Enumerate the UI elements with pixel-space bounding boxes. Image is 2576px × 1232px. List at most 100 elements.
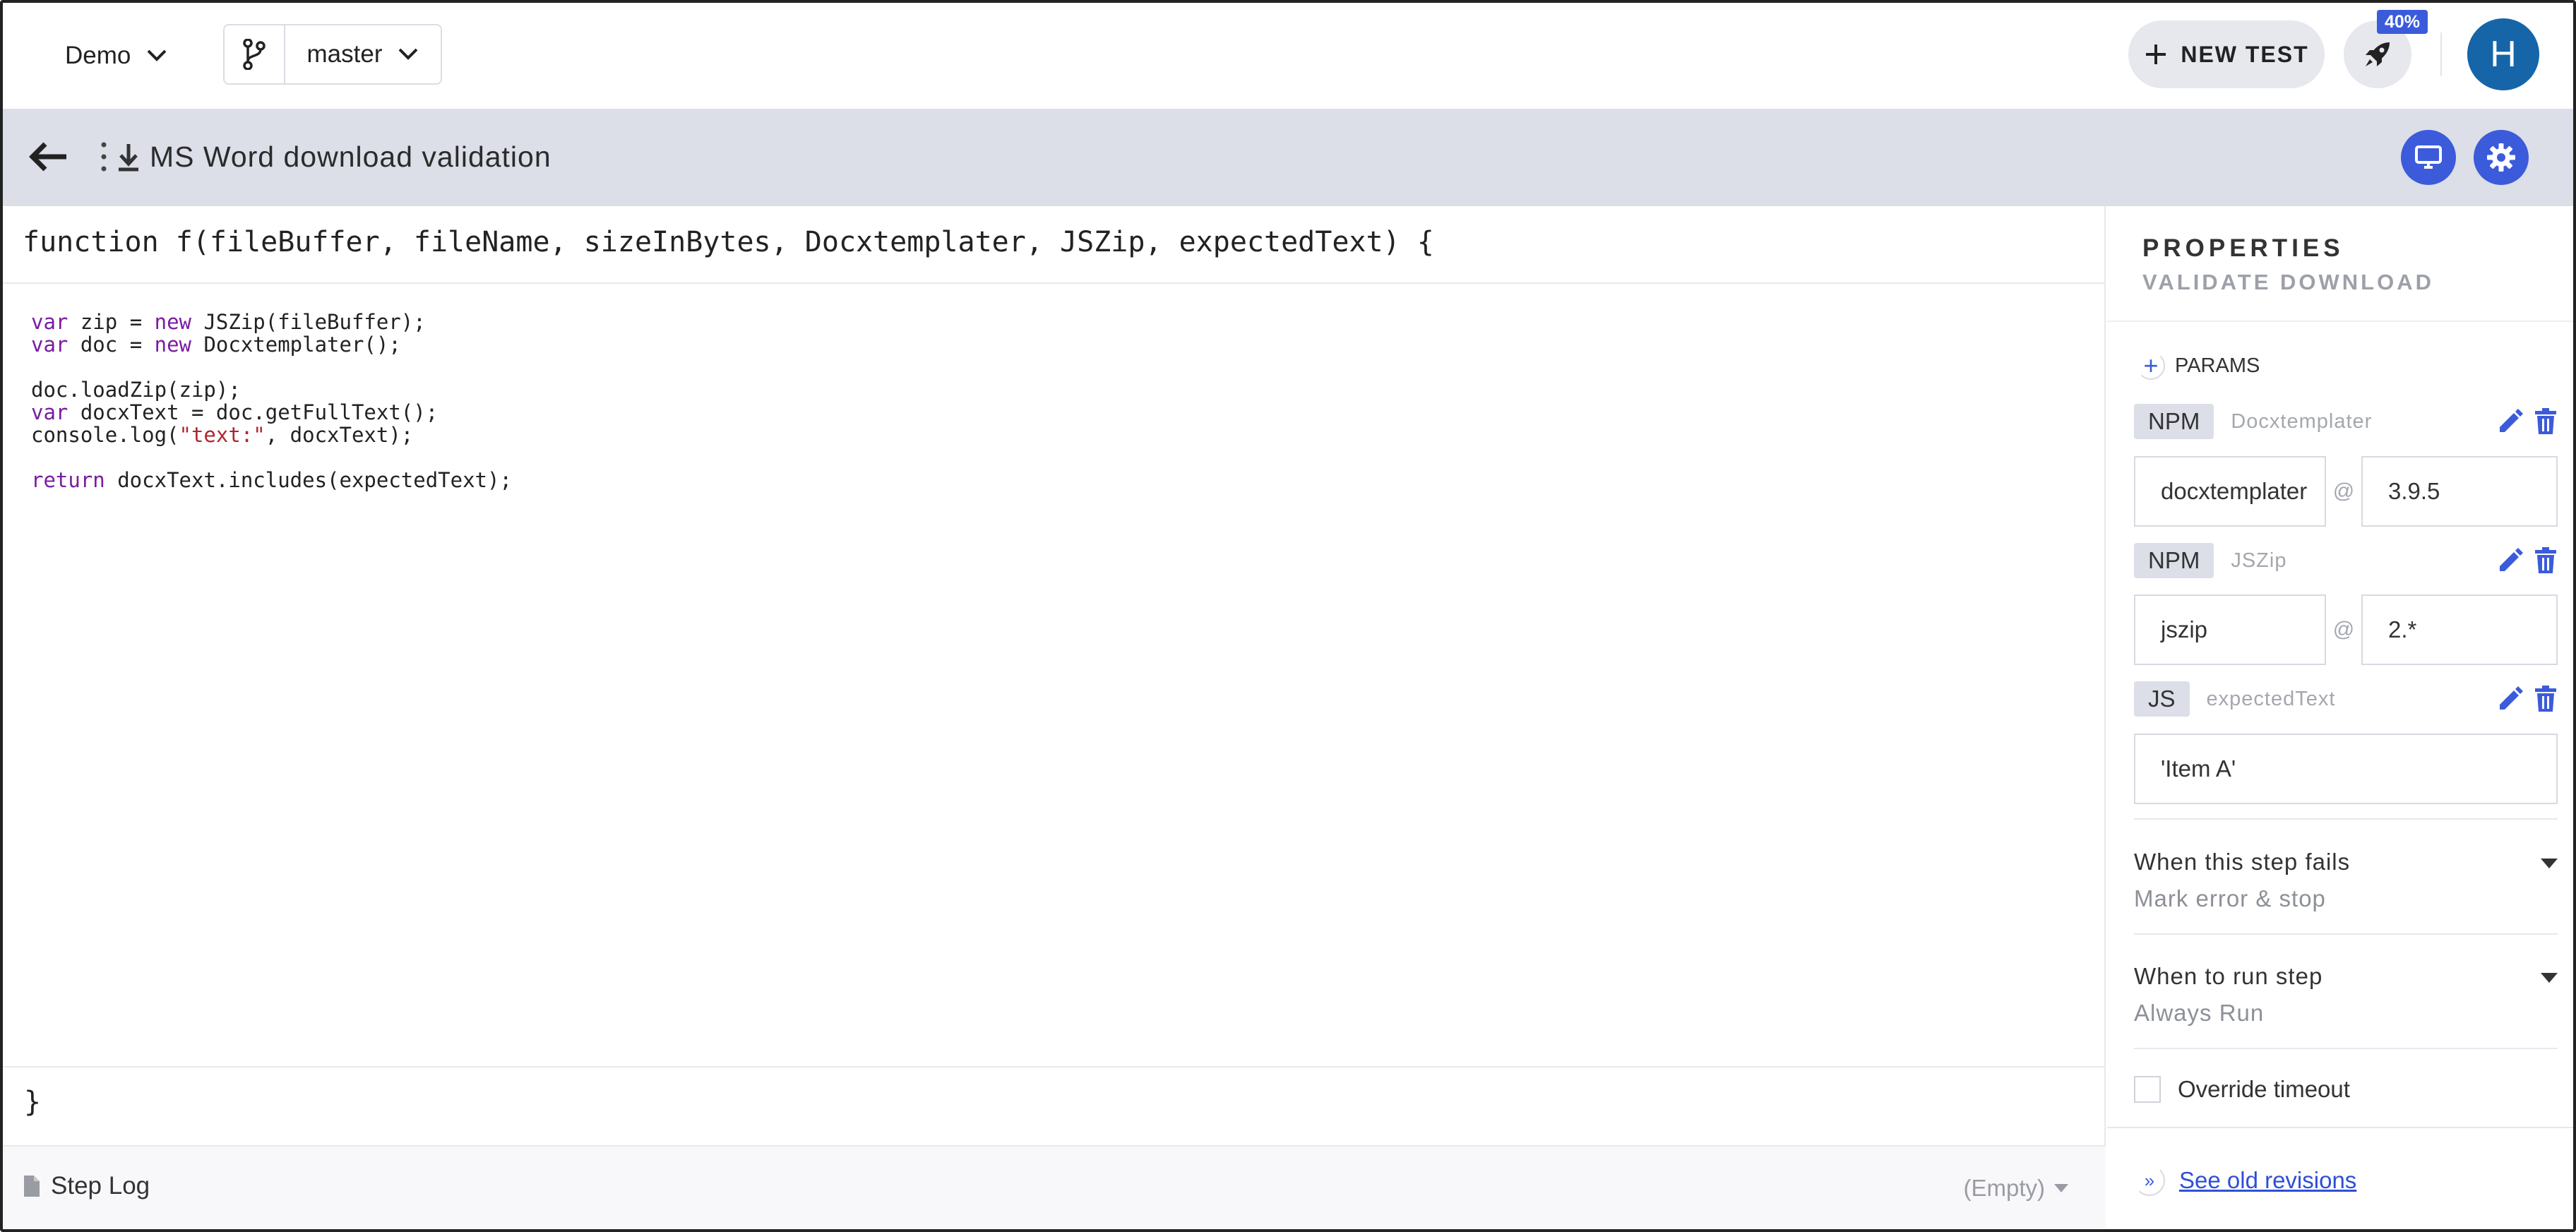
- step-header-bar: MS Word download validation: [3, 109, 2573, 312]
- chevron-down-icon: [399, 48, 418, 60]
- param-value-input[interactable]: 'Item A': [2134, 734, 2558, 804]
- project-name: Demo: [65, 42, 131, 69]
- param-inputs: 'Item A': [2134, 734, 2558, 804]
- code-token: docxText = doc.getFullText();: [68, 400, 439, 424]
- code-string: "text:": [179, 423, 266, 447]
- code-line: return docxText.includes(expectedText);: [31, 469, 512, 491]
- file-icon: [24, 1176, 40, 1197]
- code-editor[interactable]: function f(fileBuffer, fileName, sizeInB…: [3, 206, 2106, 1229]
- caret-down-icon: [2541, 859, 2558, 868]
- code-line: var docxText = doc.getFullText();: [31, 401, 512, 424]
- edit-icon[interactable]: [2497, 408, 2524, 435]
- divider: [2134, 933, 2558, 935]
- divider: [2107, 321, 2573, 322]
- step-title[interactable]: MS Word download validation: [150, 137, 551, 177]
- app-window: Demo master NEW TEST 40% H MS Word downl…: [0, 0, 2576, 1232]
- param-row: NPM Docxtemplater: [2134, 402, 2558, 441]
- run-condition-select[interactable]: When to run step Always Run: [2134, 963, 2558, 1027]
- monitor-icon: [2415, 145, 2442, 169]
- trash-icon[interactable]: [2534, 546, 2558, 575]
- avatar[interactable]: H: [2467, 18, 2539, 90]
- param-inputs: jszip @ 2.*: [2134, 594, 2558, 665]
- at-separator: @: [2332, 618, 2355, 641]
- vertical-dots-icon: [101, 142, 107, 172]
- settings-button[interactable]: [2474, 130, 2529, 185]
- edit-icon[interactable]: [2497, 686, 2524, 712]
- properties-panel: PROPERTIES VALIDATE DOWNLOAD + PARAMS NP…: [2107, 206, 2573, 1229]
- package-name-input[interactable]: jszip: [2134, 594, 2326, 665]
- arrow-left-icon: [29, 142, 66, 172]
- code-keyword: var: [31, 333, 68, 357]
- code-body[interactable]: var zip = new JSZip(fileBuffer); var doc …: [31, 311, 512, 491]
- drag-handle-icon[interactable]: [99, 137, 109, 177]
- rocket-icon: [2366, 42, 2390, 66]
- param-type-badge: NPM: [2134, 404, 2214, 439]
- double-chevron-right-icon: »: [2134, 1165, 2165, 1196]
- download-icon: [119, 144, 138, 172]
- trash-icon[interactable]: [2534, 407, 2558, 436]
- package-name-input[interactable]: docxtemplater: [2134, 456, 2326, 527]
- run-condition-value: Always Run: [2134, 1000, 2265, 1026]
- project-dropdown[interactable]: Demo: [65, 31, 167, 80]
- caret-down-icon: [2541, 973, 2558, 983]
- package-version-input[interactable]: 2.*: [2361, 594, 2558, 665]
- trash-icon[interactable]: [2534, 685, 2558, 713]
- override-timeout-checkbox[interactable]: [2134, 1076, 2161, 1103]
- panel-subtitle: VALIDATE DOWNLOAD: [2142, 270, 2434, 294]
- divider: [3, 282, 2106, 284]
- code-line: var doc = new Docxtemplater();: [31, 333, 512, 356]
- gear-icon: [2487, 143, 2515, 172]
- params-label: PARAMS: [2175, 354, 2260, 377]
- code-token: , docxText);: [265, 423, 414, 447]
- branch-selector[interactable]: master: [223, 24, 442, 85]
- screen-button[interactable]: [2401, 130, 2456, 185]
- on-fail-label: When this step fails: [2134, 849, 2351, 875]
- code-token: docxText.includes(expectedText);: [105, 468, 512, 492]
- branch-dropdown[interactable]: master: [285, 25, 441, 83]
- see-old-revisions[interactable]: » See old revisions: [2134, 1165, 2356, 1196]
- override-timeout-label: Override timeout: [2178, 1076, 2350, 1102]
- param-row: NPM JSZip: [2134, 541, 2558, 580]
- code-keyword: new: [154, 310, 191, 334]
- at-separator: @: [2332, 479, 2355, 503]
- step-log-status[interactable]: (Empty): [1964, 1175, 2070, 1202]
- package-version-input[interactable]: 3.9.5: [2361, 456, 2558, 527]
- step-log-bar: Step Log (Empty): [3, 1145, 2106, 1229]
- chevron-down-icon: [147, 49, 167, 61]
- param-name: JSZip: [2231, 549, 2287, 572]
- plus-icon: [2146, 44, 2166, 64]
- divider: [2134, 1048, 2558, 1049]
- on-fail-value: Mark error & stop: [2134, 885, 2326, 911]
- param-type-badge: NPM: [2134, 543, 2214, 578]
- branch-name: master: [306, 40, 383, 68]
- progress-badge: 40%: [2377, 10, 2428, 34]
- divider: [2440, 32, 2442, 76]
- divider: [3, 1066, 2106, 1067]
- override-timeout-toggle[interactable]: Override timeout: [2134, 1076, 2350, 1103]
- code-keyword: var: [31, 310, 68, 334]
- step-log-toggle[interactable]: Step Log: [23, 1172, 150, 1200]
- function-signature: function f(fileBuffer, fileName, sizeInB…: [23, 226, 1434, 258]
- code-line: console.log("text:", docxText);: [31, 424, 512, 446]
- param-row: JS expectedText: [2134, 679, 2558, 719]
- plus-icon: +: [2137, 352, 2165, 380]
- top-bar: Demo master NEW TEST 40% H: [3, 3, 2573, 109]
- see-old-revisions-link[interactable]: See old revisions: [2179, 1167, 2356, 1194]
- edit-icon[interactable]: [2497, 547, 2524, 574]
- new-test-button[interactable]: NEW TEST: [2128, 20, 2325, 88]
- code-token: Docxtemplater();: [191, 333, 401, 357]
- divider: [2107, 1127, 2573, 1128]
- code-token: doc.loadZip(zip);: [31, 378, 241, 402]
- function-closing-brace: }: [24, 1086, 42, 1118]
- on-fail-select[interactable]: When this step fails Mark error & stop: [2134, 849, 2558, 912]
- add-param-button[interactable]: + PARAMS: [2137, 352, 2260, 380]
- new-test-label: NEW TEST: [2181, 41, 2309, 67]
- run-condition-label: When to run step: [2134, 963, 2323, 989]
- code-token: JSZip(fileBuffer);: [191, 310, 426, 334]
- back-button[interactable]: [27, 137, 69, 177]
- code-keyword: return: [31, 468, 105, 492]
- caret-down-icon: [2054, 1184, 2068, 1192]
- code-keyword: var: [31, 400, 68, 424]
